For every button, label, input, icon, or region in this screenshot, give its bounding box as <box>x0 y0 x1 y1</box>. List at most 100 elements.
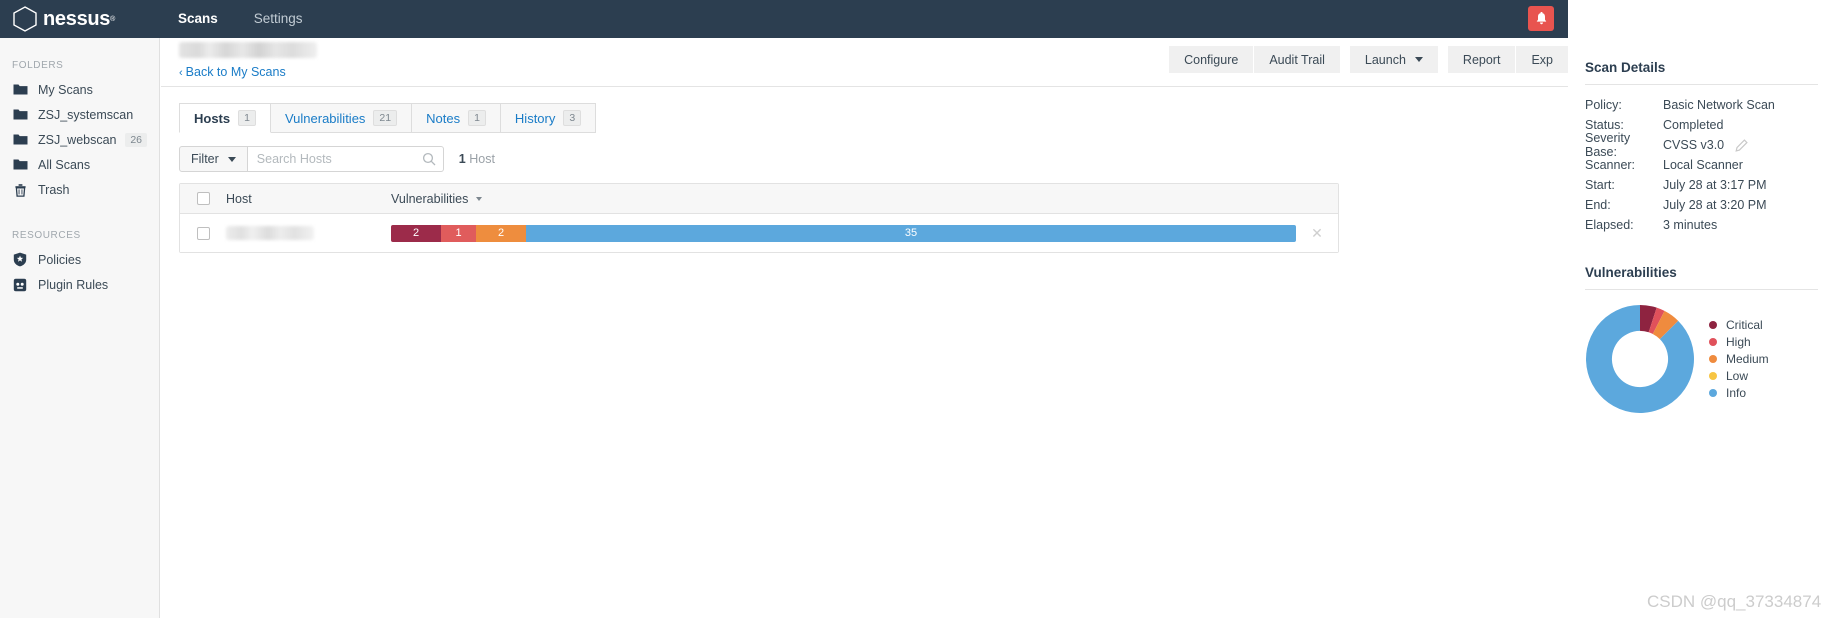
detail-key: Scanner: <box>1585 158 1636 172</box>
configure-button[interactable]: Configure <box>1169 46 1254 73</box>
severity-bar[interactable]: 2 1 2 35 <box>391 224 1296 242</box>
folder-icon <box>12 107 28 123</box>
brand-trademark: ® <box>110 15 116 23</box>
legend-item-high: High <box>1709 334 1769 351</box>
export-button[interactable]: Exp <box>1515 46 1568 73</box>
brand-name: nessus <box>43 7 111 30</box>
sidebar-item-my-scans[interactable]: My Scans <box>0 77 159 102</box>
table-row[interactable]: 2 1 2 35 ✕ <box>180 214 1338 252</box>
detail-value: Completed <box>1663 118 1724 132</box>
legend-color-swatch <box>1709 355 1717 363</box>
legend-item-low: Low <box>1709 368 1769 385</box>
column-header-vulnerabilities-label: Vulnerabilities <box>391 191 469 206</box>
tab-badge: 3 <box>563 110 582 126</box>
sidebar-item-zsj-webscan[interactable]: ZSJ_webscan 26 <box>0 127 159 152</box>
back-link-label: Back to My Scans <box>185 65 286 79</box>
scan-header: ‹ Back to My Scans Configure Audit Trail … <box>161 38 1568 87</box>
host-cell[interactable] <box>226 226 391 240</box>
tab-hosts[interactable]: Hosts 1 <box>179 103 271 133</box>
top-navbar: nessus ® Scans Settings <box>0 0 1568 38</box>
select-all-cell <box>180 192 226 205</box>
detail-key: Severity Base: <box>1585 131 1631 159</box>
severity-segment-high[interactable]: 1 <box>441 224 476 242</box>
detail-row-start: Start: July 28 at 3:17 PM <box>1585 175 1818 195</box>
folder-icon <box>12 132 28 148</box>
sidebar-section-resources: RESOURCES <box>12 230 81 241</box>
configure-audit-group: Configure Audit Trail <box>1169 46 1340 73</box>
detail-key: End: <box>1585 198 1611 212</box>
nav-link-settings[interactable]: Settings <box>236 0 321 38</box>
back-to-my-scans-link[interactable]: ‹ Back to My Scans <box>179 65 286 79</box>
nav-link-scans[interactable]: Scans <box>160 0 236 38</box>
search-icon[interactable] <box>422 152 436 166</box>
detail-row-elapsed: Elapsed: 3 minutes <box>1585 215 1818 235</box>
launch-button[interactable]: Launch <box>1349 46 1438 73</box>
right-panel: Scan Details Policy: Basic Network Scan … <box>1569 38 1834 618</box>
folder-icon <box>12 157 28 173</box>
legend-label: Medium <box>1726 352 1769 366</box>
scan-action-buttons: Configure Audit Trail Launch Report Exp <box>1159 46 1568 73</box>
severity-segment-critical[interactable]: 2 <box>391 224 441 242</box>
host-count-number: 1 <box>458 152 466 166</box>
close-icon[interactable]: ✕ <box>1311 226 1323 240</box>
sidebar-item-label: ZSJ_webscan <box>38 132 117 147</box>
legend-item-critical: Critical <box>1709 317 1769 334</box>
tab-notes[interactable]: Notes 1 <box>411 103 501 133</box>
legend-color-swatch <box>1709 372 1717 380</box>
select-all-checkbox[interactable] <box>196 192 210 205</box>
sidebar-item-plugin-rules[interactable]: Plugin Rules <box>0 272 159 297</box>
severity-segment-info[interactable]: 35 <box>526 224 1296 242</box>
tab-label: Vulnerabilities <box>284 110 366 126</box>
detail-row-scanner: Scanner: Local Scanner <box>1585 155 1818 175</box>
detail-row-severity-base: Severity Base: CVSS v3.0 <box>1585 131 1818 159</box>
sidebar-item-all-scans[interactable]: All Scans <box>0 152 159 177</box>
donut-slice-info[interactable] <box>1586 305 1694 413</box>
row-remove-cell: ✕ <box>1296 226 1338 240</box>
vulnerabilities-donut-chart[interactable] <box>1585 304 1695 414</box>
chevron-down-icon <box>227 156 236 162</box>
detail-key: Policy: <box>1585 98 1622 112</box>
hexagon-logo-icon <box>13 6 37 32</box>
search-input[interactable] <box>247 147 408 171</box>
table-header-row: Host Vulnerabilities <box>180 184 1338 214</box>
legend-label: High <box>1726 335 1751 349</box>
brand-logo[interactable]: nessus ® <box>0 0 160 38</box>
launch-button-label: Launch <box>1364 52 1406 67</box>
launch-group: Launch <box>1349 46 1438 73</box>
report-export-group: Report Exp <box>1447 46 1568 73</box>
tab-history[interactable]: History 3 <box>499 103 597 133</box>
scan-tabs: Hosts 1 Vulnerabilities 21 Notes 1 Histo… <box>179 103 597 133</box>
sidebar-item-policies[interactable]: Policies <box>0 247 159 272</box>
column-header-vulnerabilities[interactable]: Vulnerabilities <box>391 192 1296 206</box>
search-hosts-wrapper <box>247 146 444 172</box>
detail-row-end: End: July 28 at 3:20 PM <box>1585 195 1818 215</box>
tab-label: Hosts <box>194 110 231 126</box>
shield-star-icon <box>12 252 28 268</box>
severity-segment-medium[interactable]: 2 <box>476 224 526 242</box>
tab-vulnerabilities[interactable]: Vulnerabilities 21 <box>269 103 413 133</box>
column-header-host[interactable]: Host <box>226 192 391 206</box>
sort-descending-icon <box>476 196 483 201</box>
notifications-button[interactable] <box>1528 6 1554 31</box>
row-checkbox[interactable] <box>196 226 210 240</box>
sidebar-item-label: Trash <box>38 182 70 197</box>
scan-details-heading: Scan Details <box>1585 38 1818 85</box>
sidebar-item-zsj-systemscan[interactable]: ZSJ_systemscan <box>0 102 159 127</box>
severity-bar-cell: 2 1 2 35 <box>391 224 1296 242</box>
filter-button[interactable]: Filter <box>179 146 248 172</box>
plugin-rules-icon <box>12 277 28 293</box>
report-button[interactable]: Report <box>1447 46 1516 73</box>
folder-icon <box>12 82 28 98</box>
tab-label: History <box>514 110 556 126</box>
detail-key: Start: <box>1585 178 1615 192</box>
audit-trail-button[interactable]: Audit Trail <box>1253 46 1340 73</box>
legend-color-swatch <box>1709 389 1717 397</box>
host-name-redacted <box>226 226 314 240</box>
sidebar-item-label: Policies <box>38 252 82 267</box>
sidebar-item-trash[interactable]: Trash <box>0 177 159 202</box>
pencil-icon[interactable] <box>1735 138 1748 152</box>
sidebar: FOLDERS My Scans ZSJ_systemscan ZSJ_webs… <box>0 38 160 618</box>
sidebar-item-count: 26 <box>125 132 147 147</box>
legend-label: Low <box>1726 369 1749 383</box>
